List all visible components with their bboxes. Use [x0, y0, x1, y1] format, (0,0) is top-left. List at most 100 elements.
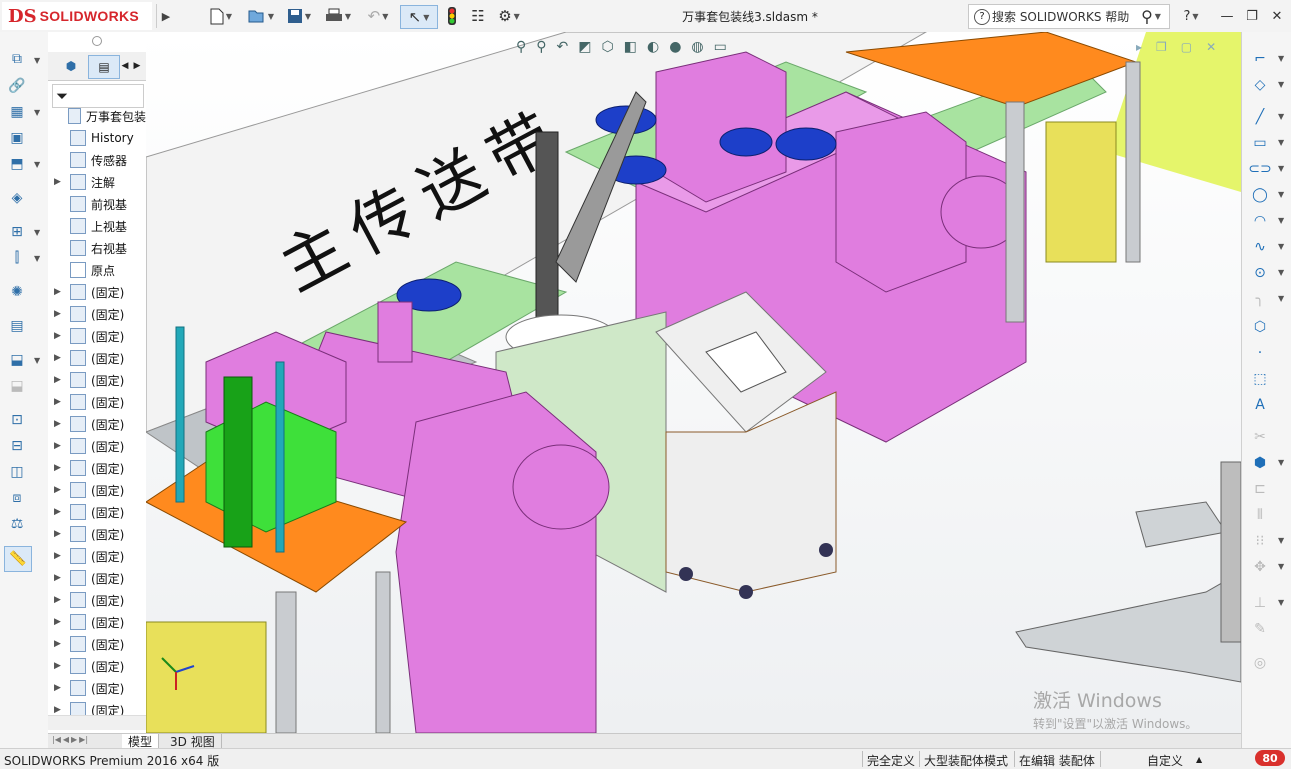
fillet-button[interactable]: ╮: [1250, 290, 1270, 308]
expand-arrow-icon[interactable]: ▶: [54, 485, 64, 495]
tree-item[interactable]: History: [48, 127, 146, 149]
exploded-view-button[interactable]: ⬓: [6, 350, 28, 370]
smart-fasteners-button[interactable]: ▣: [6, 128, 28, 148]
search-button[interactable]: ⚲ ▼: [1134, 6, 1168, 26]
tree-item[interactable]: 前视基: [48, 193, 146, 215]
tree-component[interactable]: ▶ (固定): [48, 369, 146, 391]
sketch-button[interactable]: ⌐: [1250, 50, 1270, 68]
expand-arrow-icon[interactable]: ▶: [54, 463, 64, 473]
open-button[interactable]: ▼: [246, 5, 276, 27]
expand-arrow-icon[interactable]: ▶: [54, 331, 64, 341]
trim-button[interactable]: ✂: [1250, 428, 1270, 446]
circle-dropdown-icon[interactable]: ▼: [1278, 190, 1284, 199]
first-tab-icon[interactable]: |◀: [52, 735, 61, 748]
solidworks-logo[interactable]: DS SOLIDWORKS: [2, 2, 152, 30]
save-button[interactable]: ▼: [284, 5, 314, 27]
explode-line-button[interactable]: ⬓: [6, 376, 28, 396]
instant3d-button[interactable]: 📏: [4, 546, 32, 572]
circle-button[interactable]: ◯: [1250, 186, 1270, 204]
tree-component[interactable]: ▶ (固定): [48, 567, 146, 589]
tree-component[interactable]: ▶ (固定): [48, 303, 146, 325]
reference-geometry-dropdown-icon[interactable]: ▼: [34, 254, 40, 263]
menu-expand-arrow-icon[interactable]: ▶: [156, 4, 175, 28]
tree-item[interactable]: 右视基: [48, 237, 146, 259]
spline-button[interactable]: ∿: [1250, 238, 1270, 256]
close-button[interactable]: ✕: [1266, 6, 1288, 26]
expand-arrow-icon[interactable]: ▶: [54, 705, 64, 715]
insert-component-dropdown-icon[interactable]: ▼: [34, 56, 40, 65]
expand-arrow-icon[interactable]: ▶: [54, 683, 64, 693]
tree-component[interactable]: ▶ (固定): [48, 633, 146, 655]
fillet-dropdown-icon[interactable]: ▼: [1278, 294, 1284, 303]
mirror-button[interactable]: ⫴: [1250, 506, 1270, 524]
tab-feature-tree[interactable]: ⬢: [58, 55, 84, 77]
expand-arrow-icon[interactable]: ▶: [54, 529, 64, 539]
options-button[interactable]: ⚙ ▼: [493, 5, 525, 27]
convert-dropdown-icon[interactable]: ▼: [1278, 458, 1284, 467]
exploded-view-dropdown-icon[interactable]: ▼: [34, 356, 40, 365]
expand-arrow-icon[interactable]: ▶: [54, 309, 64, 319]
interference-detection-button[interactable]: ⊡: [6, 410, 28, 430]
centerline-button[interactable]: ⬚: [1250, 370, 1270, 388]
expand-arrow-icon[interactable]: ▶: [54, 617, 64, 627]
tree-component[interactable]: ▶ (固定): [48, 501, 146, 523]
arc-dropdown-icon[interactable]: ▼: [1278, 216, 1284, 225]
expand-arrow-icon[interactable]: ▶: [54, 573, 64, 583]
tree-item[interactable]: 传感器: [48, 149, 146, 171]
feature-tree-hscrollbar[interactable]: [48, 715, 146, 730]
tree-component[interactable]: ▶ (固定): [48, 523, 146, 545]
last-tab-icon[interactable]: ▶|: [79, 735, 88, 748]
units-selector[interactable]: 自定义: [1147, 752, 1183, 769]
select-button[interactable]: ↖ ▼: [400, 5, 438, 29]
zoom-area-icon[interactable]: ⚲: [536, 39, 546, 55]
repair-sketch-button[interactable]: ✎: [1250, 620, 1270, 638]
next-tab-icon[interactable]: ▶: [71, 735, 77, 748]
assembly-features-dropdown-icon[interactable]: ▼: [34, 228, 40, 237]
tree-component[interactable]: ▶ (固定): [48, 347, 146, 369]
appearance-icon[interactable]: ●: [669, 39, 681, 55]
arc-button[interactable]: ◠: [1250, 212, 1270, 230]
slot-button[interactable]: ⊂⊃: [1248, 160, 1271, 178]
expand-arrow-icon[interactable]: ▶: [54, 639, 64, 649]
insert-component-button[interactable]: ⧉: [6, 49, 28, 69]
expand-arrow-icon[interactable]: ▶: [54, 441, 64, 451]
expand-arrow-icon[interactable]: ▶: [54, 353, 64, 363]
tree-component[interactable]: ▶ (固定): [48, 391, 146, 413]
mate-button[interactable]: 🔗: [6, 76, 28, 96]
point-button[interactable]: ·: [1250, 344, 1270, 362]
tree-component[interactable]: ▶ (固定): [48, 325, 146, 347]
line-dropdown-icon[interactable]: ▼: [1278, 112, 1284, 121]
viewport-maximize-icon[interactable]: ▢: [1181, 40, 1192, 56]
tree-component[interactable]: ▶ (固定): [48, 435, 146, 457]
units-dropdown-icon[interactable]: ▲: [1196, 755, 1202, 764]
tab-model[interactable]: 模型: [122, 734, 160, 749]
zoom-to-fit-icon[interactable]: ⚲: [516, 39, 526, 55]
smart-dimension-button[interactable]: ◇: [1250, 76, 1270, 94]
expand-arrow-icon[interactable]: ▶: [54, 397, 64, 407]
tab-navigation[interactable]: |◀ ◀ ▶ ▶|: [52, 735, 118, 748]
expand-arrow-icon[interactable]: ▶: [54, 287, 64, 297]
previous-view-icon[interactable]: ↶: [557, 39, 569, 55]
ellipse-button[interactable]: ⊙: [1250, 264, 1270, 282]
mass-properties-button[interactable]: ⚖: [6, 514, 28, 534]
assembly-3d-model[interactable]: 主传送带: [146, 32, 1241, 733]
convert-entities-button[interactable]: ⬢: [1250, 454, 1270, 472]
polygon-button[interactable]: ⬡: [1250, 318, 1270, 336]
hole-alignment-button[interactable]: ◫: [6, 462, 28, 482]
assembly-features-button[interactable]: ⊞: [6, 222, 28, 242]
panel-grip-icon[interactable]: [92, 36, 102, 46]
pattern-dropdown-icon[interactable]: ▼: [34, 108, 40, 117]
tree-component[interactable]: ▶ (固定): [48, 677, 146, 699]
help-button[interactable]: ? ▼: [1176, 6, 1206, 26]
sketch-dropdown-icon[interactable]: ▼: [1278, 54, 1284, 63]
tree-component[interactable]: ▶ (固定): [48, 589, 146, 611]
expand-arrow-icon[interactable]: ▶: [54, 661, 64, 671]
pattern-sketch-dropdown-icon[interactable]: ▼: [1278, 536, 1284, 545]
tree-item[interactable]: 上视基: [48, 215, 146, 237]
move-component-button[interactable]: ⬒: [6, 154, 28, 174]
tree-component[interactable]: ▶ (固定): [48, 281, 146, 303]
new-motion-study-button[interactable]: ✺: [6, 282, 28, 302]
minimize-button[interactable]: —: [1216, 6, 1238, 26]
linear-sketch-pattern-button[interactable]: ⁝⁝: [1250, 532, 1270, 550]
tree-item[interactable]: 原点: [48, 259, 146, 281]
